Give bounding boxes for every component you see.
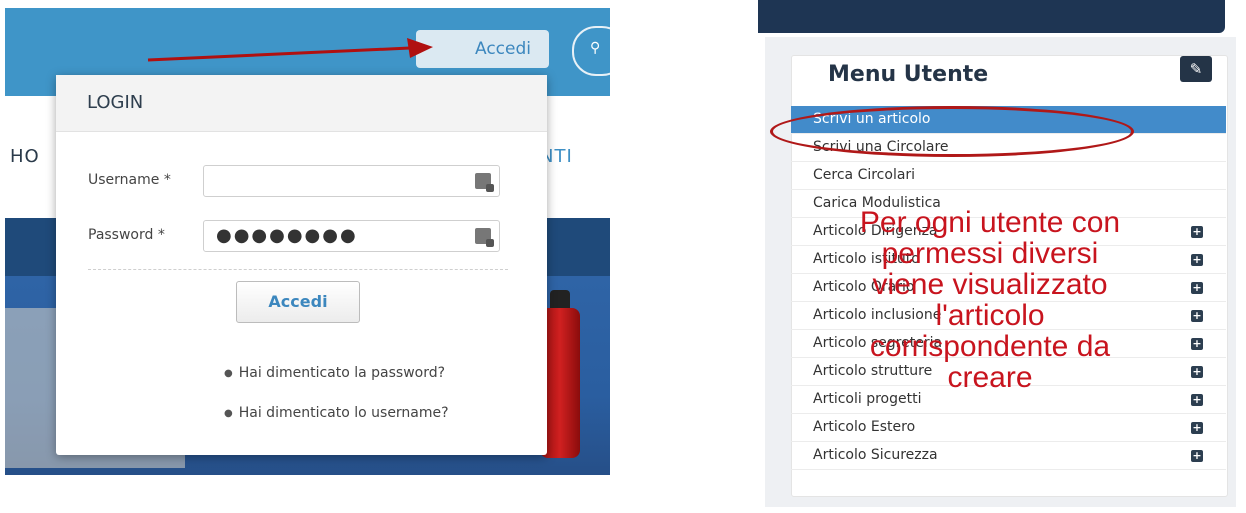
menu-item-label: Articolo inclusione (813, 307, 942, 323)
plus-icon[interactable]: + (1191, 450, 1203, 462)
plus-icon[interactable]: + (1191, 282, 1203, 294)
menu-item-articolo-istituto[interactable]: Articolo istituto + (791, 246, 1226, 274)
password-value: ●●●●●●●● (216, 225, 358, 246)
menu-item-articolo-segreteria[interactable]: Articolo segreteria + (791, 330, 1226, 358)
username-label: Username * (88, 172, 171, 188)
menu-item-label: Articoli progetti (813, 391, 922, 407)
menu-item-articolo-dirigenza[interactable]: Articolo Dirigenza + (791, 218, 1226, 246)
forgot-password-text: Hai dimenticato la password? (238, 365, 446, 381)
menu-item-label: Articolo segreteria (813, 335, 943, 351)
menu-item-scrivi-circolare[interactable]: Scrivi una Circolare (791, 134, 1226, 162)
menu-item-articolo-sicurezza[interactable]: Articolo Sicurezza + (791, 442, 1226, 470)
bullet-icon: ● (224, 407, 233, 419)
menu-item-label: Articolo istituto (813, 251, 920, 267)
plus-icon[interactable]: + (1191, 226, 1203, 238)
login-title: LOGIN (87, 92, 144, 113)
login-submit-button[interactable]: Accedi (236, 281, 360, 323)
right-top-bar (758, 0, 1225, 33)
annotation-arrow (147, 38, 433, 62)
left-screenshot: Accedi ⚲ HO NTI LOGIN Username * Passwor… (5, 8, 610, 475)
menu-title: Menu Utente (828, 62, 989, 87)
edit-icon[interactable]: ✎ (1180, 56, 1212, 82)
forgot-username-text: Hai dimenticato lo username? (238, 405, 449, 421)
forgot-password-link[interactable]: ● Hai dimenticato la password? (224, 365, 445, 381)
nav-item-home[interactable]: HO (10, 146, 40, 167)
key-icon[interactable] (475, 173, 494, 192)
menu-item-label: Articolo Orario (813, 279, 915, 295)
menu-item-label: Articolo Estero (813, 419, 916, 435)
bullet-icon: ● (224, 367, 233, 379)
menu-item-articolo-orario[interactable]: Articolo Orario + (791, 274, 1226, 302)
key-icon[interactable] (475, 228, 494, 247)
username-field[interactable] (203, 165, 500, 197)
plus-icon[interactable]: + (1191, 310, 1203, 322)
password-label: Password * (88, 227, 165, 243)
login-popup: LOGIN Username * Password * ●●●●●●●● Acc… (56, 75, 547, 455)
menu-item-articolo-inclusione[interactable]: Articolo inclusione + (791, 302, 1226, 330)
menu-item-label: Articolo strutture (813, 363, 933, 379)
menu-item-cerca-circolari[interactable]: Cerca Circolari (791, 162, 1226, 190)
password-field[interactable]: ●●●●●●●● (203, 220, 500, 252)
menu-item-label: Articolo Dirigenza (813, 223, 938, 239)
menu-item-label: Scrivi un articolo (813, 111, 931, 127)
plus-icon[interactable]: + (1191, 254, 1203, 266)
menu-item-label: Scrivi una Circolare (813, 139, 949, 155)
plus-icon[interactable]: + (1191, 394, 1203, 406)
menu-item-label: Cerca Circolari (813, 167, 916, 183)
menu-item-scrivi-articolo[interactable]: Scrivi un articolo (791, 106, 1226, 134)
menu-item-articolo-strutture[interactable]: Articolo strutture + (791, 358, 1226, 386)
menu-item-label: Articolo Sicurezza (813, 447, 938, 463)
plus-icon[interactable]: + (1191, 422, 1203, 434)
menu-item-label: Carica Modulistica (813, 195, 941, 211)
menu-item-articolo-estero[interactable]: Articolo Estero + (791, 414, 1226, 442)
search-icon: ⚲ (590, 40, 601, 56)
menu-item-carica-modulistica[interactable]: Carica Modulistica (791, 190, 1226, 218)
plus-icon[interactable]: + (1191, 366, 1203, 378)
login-divider (88, 269, 508, 270)
plus-icon[interactable]: + (1191, 338, 1203, 350)
menu-item-articoli-progetti[interactable]: Articoli progetti + (791, 386, 1226, 414)
forgot-username-link[interactable]: ● Hai dimenticato lo username? (224, 405, 449, 421)
